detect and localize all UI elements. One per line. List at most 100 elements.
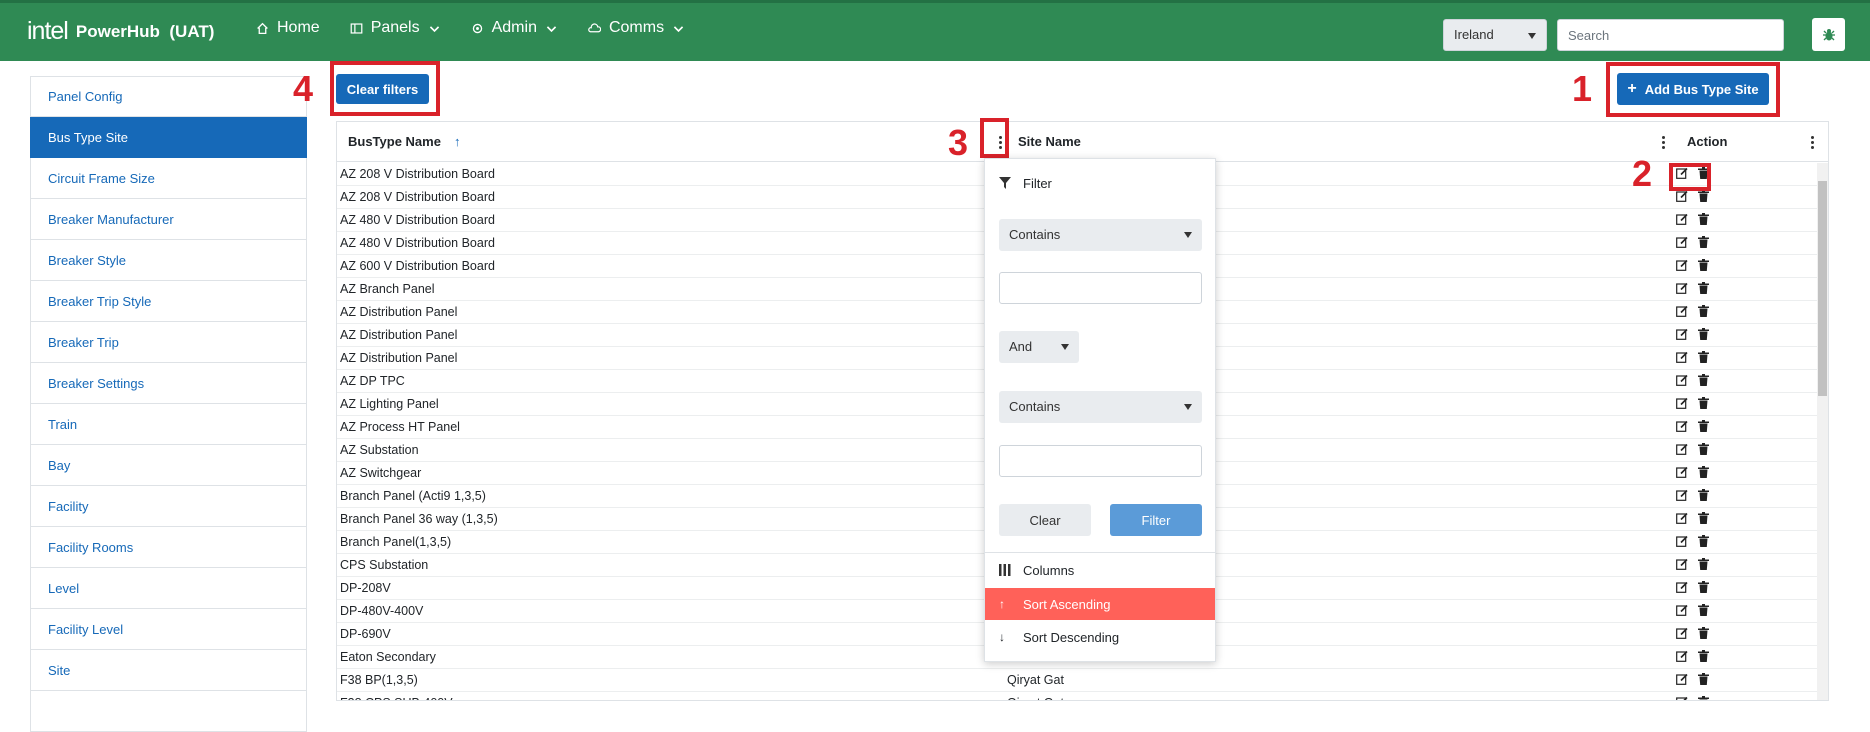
search-input[interactable] — [1557, 19, 1784, 51]
sidebar-item[interactable]: Facility Rooms — [30, 527, 307, 568]
sidebar-item[interactable] — [30, 691, 307, 732]
grid-scrollbar[interactable] — [1817, 163, 1828, 700]
filter-operator-select-1[interactable]: Contains — [999, 219, 1202, 251]
menu-sort-asc-label: Sort Ascending — [1023, 596, 1111, 612]
sidebar-item[interactable]: Bay — [30, 445, 307, 486]
trash-icon[interactable] — [1698, 213, 1709, 225]
trash-icon[interactable] — [1698, 374, 1709, 386]
edit-icon[interactable] — [1676, 535, 1688, 547]
menu-columns[interactable]: Columns — [985, 554, 1215, 586]
sidebar-item[interactable]: Circuit Frame Size — [30, 158, 307, 199]
sidebar-item[interactable]: Level — [30, 568, 307, 609]
edit-icon[interactable] — [1676, 236, 1688, 248]
row-actions — [1676, 259, 1709, 271]
trash-icon[interactable] — [1698, 282, 1709, 294]
sidebar-item[interactable]: Facility — [30, 486, 307, 527]
sidebar-item[interactable]: Breaker Trip — [30, 322, 307, 363]
filter-logic-select[interactable]: And — [999, 331, 1079, 363]
filter-value-input-1[interactable] — [999, 272, 1202, 304]
trash-icon[interactable] — [1698, 650, 1709, 662]
edit-icon[interactable] — [1676, 374, 1688, 386]
trash-icon[interactable] — [1698, 328, 1709, 340]
edit-icon[interactable] — [1676, 673, 1688, 685]
trash-icon[interactable] — [1698, 581, 1709, 593]
menu-sort-ascending[interactable]: ↑ Sort Ascending — [985, 588, 1215, 620]
row-actions — [1676, 650, 1709, 662]
sidebar-item[interactable]: Breaker Trip Style — [30, 281, 307, 322]
trash-icon[interactable] — [1698, 443, 1709, 455]
trash-icon[interactable] — [1698, 535, 1709, 547]
sidebar-item[interactable]: Breaker Style — [30, 240, 307, 281]
filter-operator-select-2[interactable]: Contains — [999, 391, 1202, 423]
table-row: F38 BP(1,3,5) Qiryat Gat — [337, 669, 1825, 692]
edit-icon[interactable] — [1676, 351, 1688, 363]
trash-icon[interactable] — [1698, 489, 1709, 501]
edit-icon[interactable] — [1676, 397, 1688, 409]
sidebar-item[interactable]: Panel Config — [30, 76, 307, 117]
trash-icon[interactable] — [1698, 673, 1709, 685]
nav-panels[interactable]: Panels — [350, 19, 441, 37]
edit-icon[interactable] — [1676, 282, 1688, 294]
filter-value-input-2[interactable] — [999, 445, 1202, 477]
trash-icon[interactable] — [1698, 558, 1709, 570]
sidebar-item[interactable]: Bus Type Site — [30, 117, 307, 158]
filter-title: Filter — [1023, 175, 1052, 191]
action-column-menu-button[interactable] — [1803, 131, 1821, 153]
trash-icon[interactable] — [1698, 305, 1709, 317]
cell-bustype-name: AZ 600 V Distribution Board — [340, 259, 495, 273]
trash-icon[interactable] — [1698, 627, 1709, 639]
menu-sort-descending[interactable]: ↓ Sort Descending — [985, 621, 1215, 653]
edit-icon[interactable] — [1676, 466, 1688, 478]
add-bus-type-site-button[interactable]: + Add Bus Type Site — [1617, 73, 1769, 105]
filter-clear-button[interactable]: Clear — [999, 504, 1091, 536]
country-select[interactable]: Ireland — [1443, 19, 1547, 51]
nav-admin[interactable]: Admin — [471, 19, 558, 37]
edit-icon[interactable] — [1676, 627, 1688, 639]
filter-apply-button[interactable]: Filter — [1110, 504, 1202, 536]
row-actions — [1676, 213, 1709, 225]
edit-icon[interactable] — [1676, 213, 1688, 225]
edit-icon[interactable] — [1676, 328, 1688, 340]
sidebar-item[interactable]: Facility Level — [30, 609, 307, 650]
trash-icon[interactable] — [1698, 397, 1709, 409]
add-button-label: Add Bus Type Site — [1644, 81, 1759, 97]
clear-filters-button[interactable]: Clear filters — [336, 74, 429, 104]
sidebar-item[interactable]: Site — [30, 650, 307, 691]
edit-icon[interactable] — [1676, 420, 1688, 432]
sidebar-item[interactable]: Breaker Settings — [30, 363, 307, 404]
edit-icon[interactable] — [1676, 696, 1688, 701]
trash-icon[interactable] — [1698, 351, 1709, 363]
edit-icon[interactable] — [1676, 581, 1688, 593]
trash-icon[interactable] — [1698, 420, 1709, 432]
trash-icon[interactable] — [1698, 259, 1709, 271]
sitename-column-menu-button[interactable] — [1654, 131, 1672, 153]
col-header-sitename[interactable]: Site Name — [1018, 134, 1081, 149]
nav-comms[interactable]: Comms — [588, 19, 685, 37]
row-actions — [1676, 696, 1709, 701]
edit-icon[interactable] — [1676, 259, 1688, 271]
edit-icon[interactable] — [1676, 489, 1688, 501]
trash-icon[interactable] — [1698, 604, 1709, 616]
trash-icon[interactable] — [1698, 512, 1709, 524]
annotation-box-column-menu — [980, 118, 1009, 158]
edit-icon[interactable] — [1676, 443, 1688, 455]
trash-icon[interactable] — [1698, 236, 1709, 248]
sidebar-item[interactable]: Breaker Manufacturer — [30, 199, 307, 240]
edit-icon[interactable] — [1676, 512, 1688, 524]
trash-icon[interactable] — [1698, 696, 1709, 701]
edit-icon[interactable] — [1676, 305, 1688, 317]
sidebar-item[interactable]: Train — [30, 404, 307, 445]
edit-icon[interactable] — [1676, 650, 1688, 662]
edit-icon[interactable] — [1676, 604, 1688, 616]
edit-icon[interactable] — [1676, 190, 1688, 202]
trash-icon[interactable] — [1698, 190, 1709, 202]
bug-report-button[interactable] — [1812, 18, 1845, 51]
filter-icon — [999, 177, 1011, 189]
edit-icon[interactable] — [1676, 558, 1688, 570]
col-header-bustype[interactable]: BusType Name — [348, 134, 441, 149]
logo[interactable]: intel PowerHub (UAT) — [27, 17, 214, 46]
menu-filter-header: Filter — [985, 167, 1215, 199]
nav-home[interactable]: Home — [256, 19, 320, 37]
trash-icon[interactable] — [1698, 466, 1709, 478]
scrollbar-thumb[interactable] — [1818, 181, 1827, 396]
